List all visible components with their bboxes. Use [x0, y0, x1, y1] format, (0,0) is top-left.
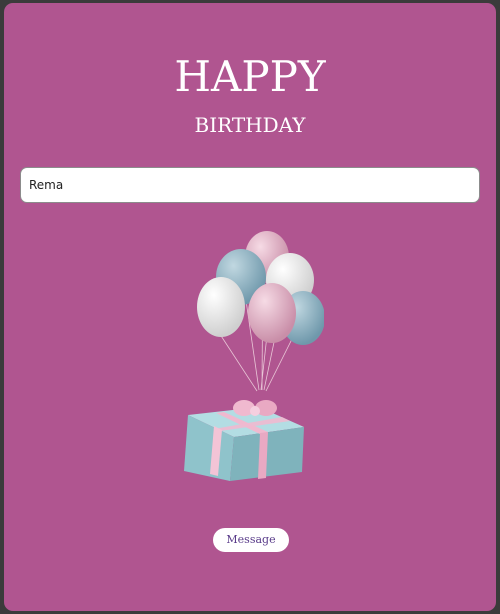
- birthday-card: HAPPY BIRTHDAY Rema Message: [4, 3, 496, 611]
- name-input[interactable]: [20, 167, 480, 203]
- heading-birthday: BIRTHDAY: [194, 113, 306, 137]
- balloons-gift-icon: [184, 231, 324, 481]
- heading-happy: HAPPY: [174, 52, 326, 101]
- message-button[interactable]: Message: [213, 528, 289, 552]
